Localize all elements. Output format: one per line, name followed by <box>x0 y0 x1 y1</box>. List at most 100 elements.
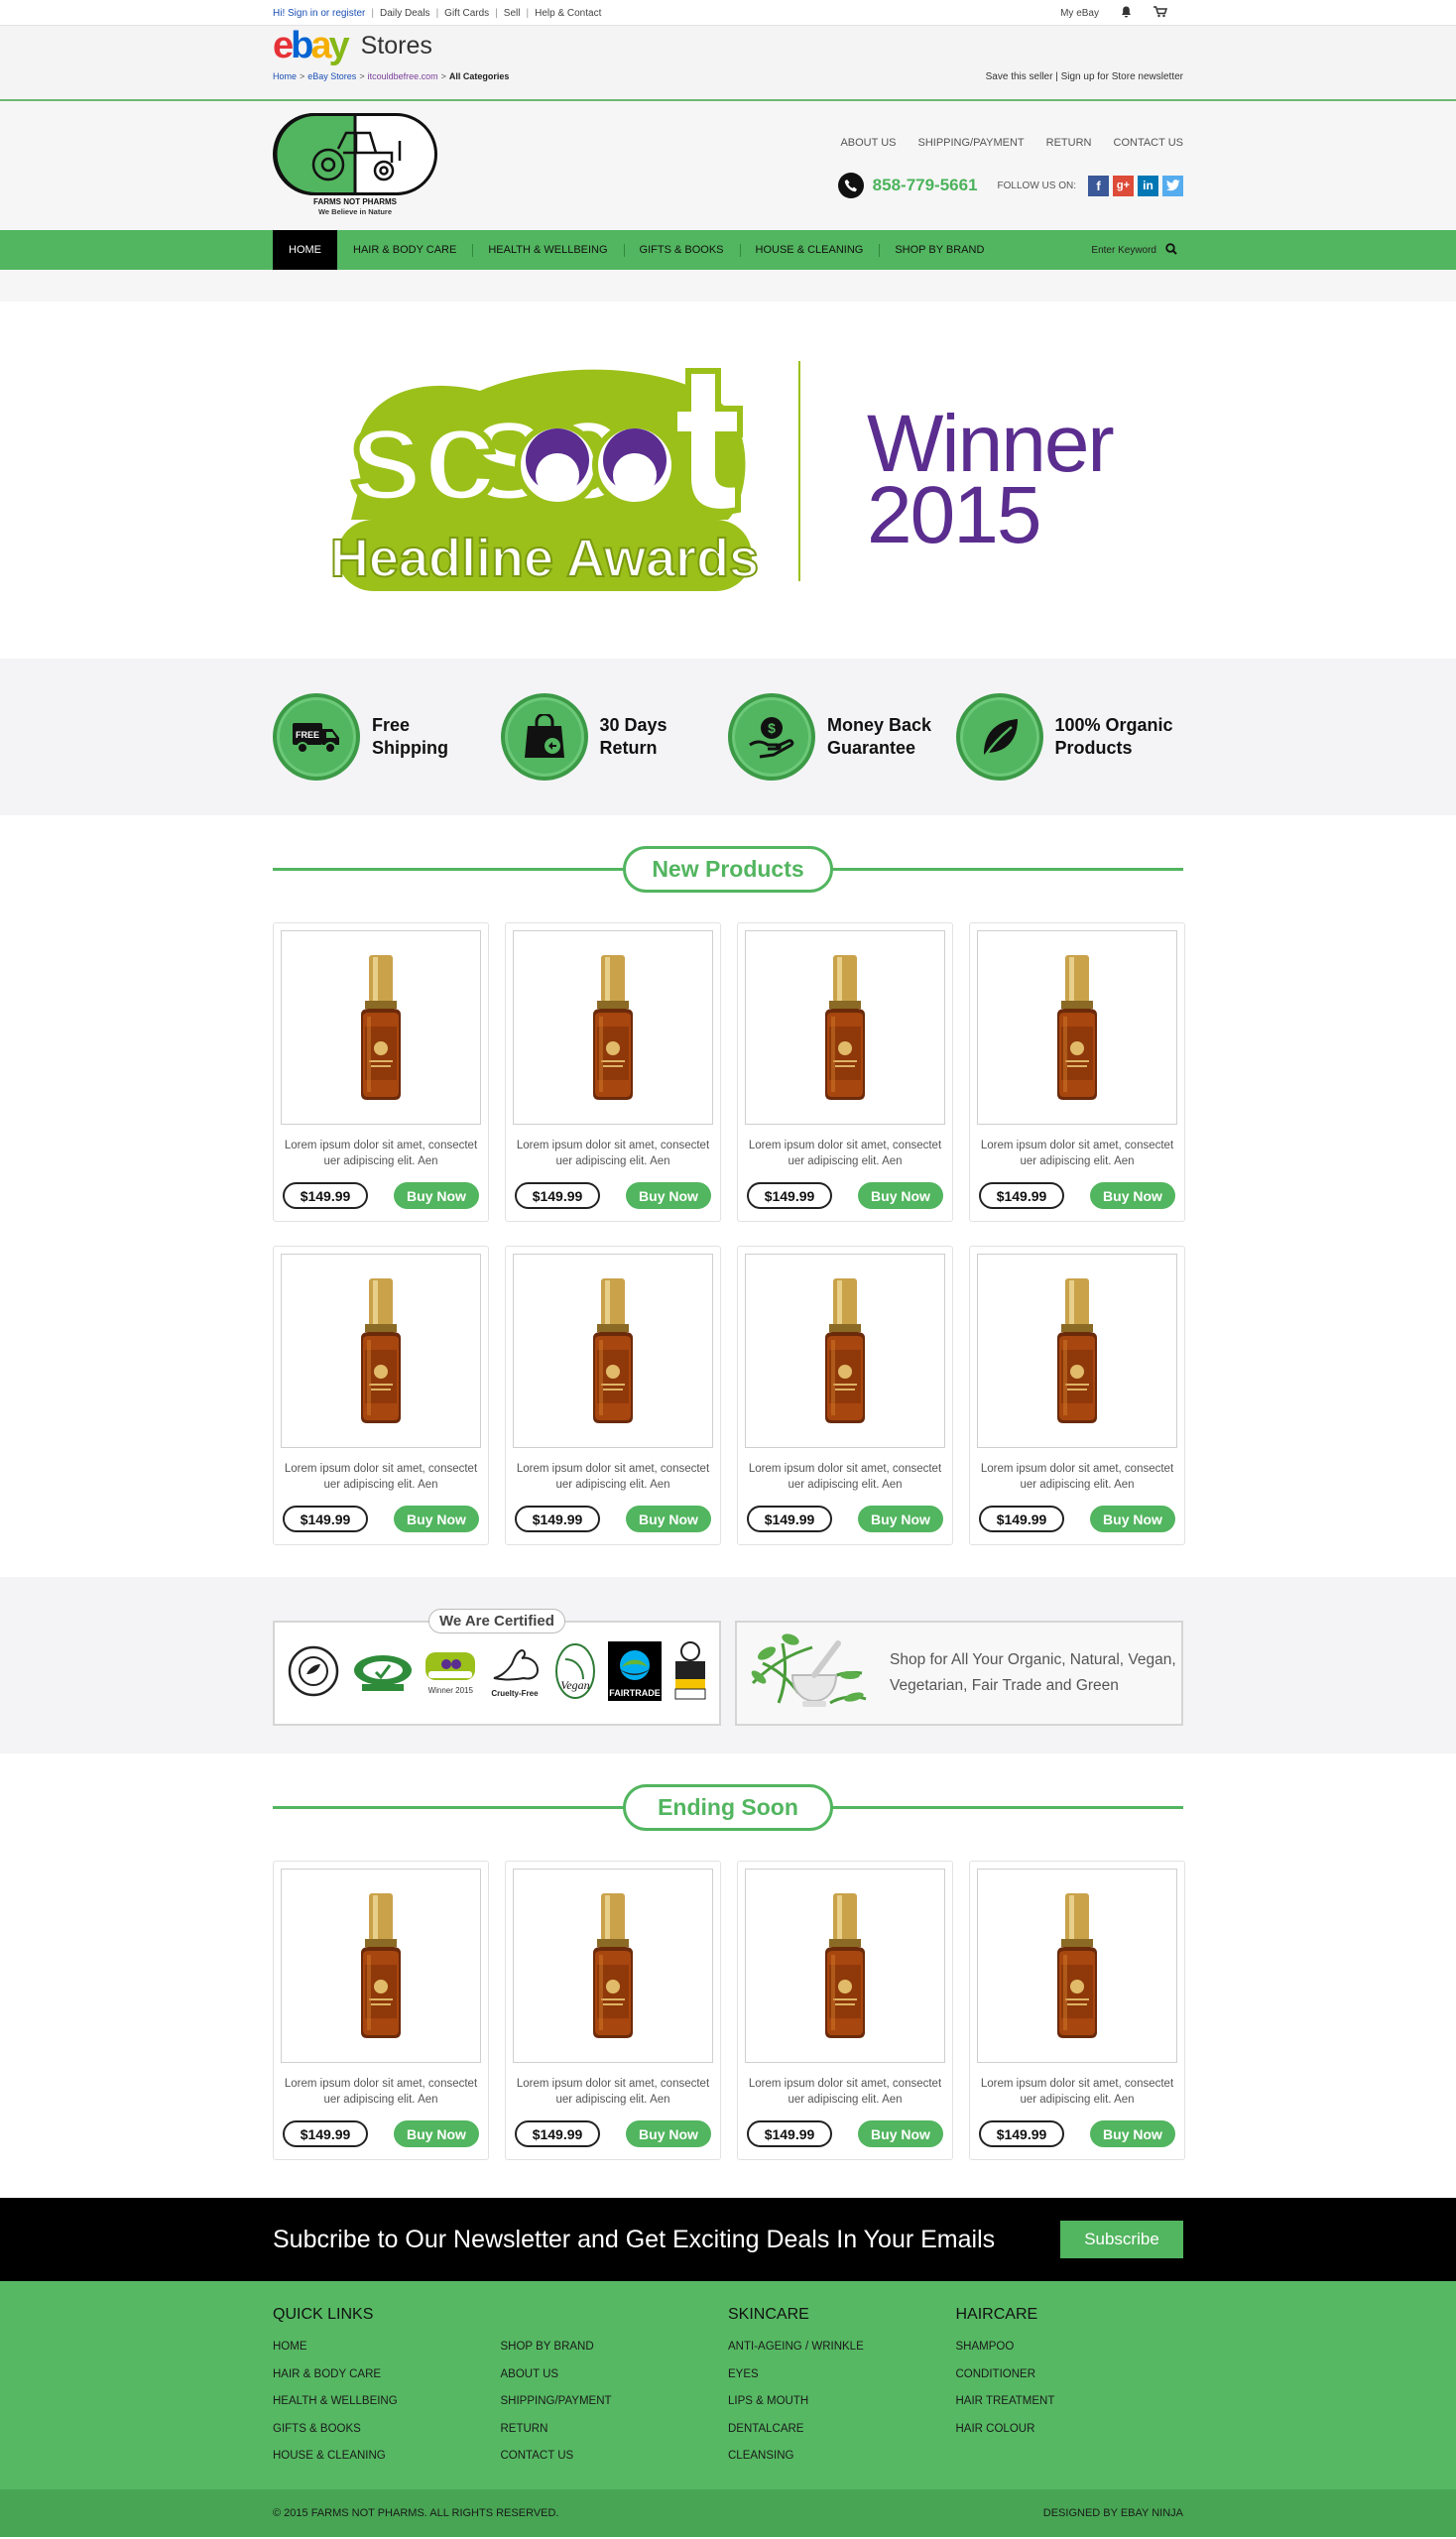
gift-cards-link[interactable]: Gift Cards <box>444 8 489 19</box>
product-image[interactable] <box>513 930 713 1125</box>
footer-link[interactable]: HAIR & BODY CARE <box>273 2361 501 2389</box>
footer-link[interactable]: RETURN <box>501 2416 729 2444</box>
ebay-logo[interactable]: ebay <box>273 27 350 64</box>
product-description: Lorem ipsum dolor sit amet, consectet ue… <box>516 1140 710 1167</box>
product-card[interactable]: Lorem ipsum dolor sit amet, consectet ue… <box>969 1861 1185 2160</box>
product-image[interactable] <box>977 1254 1177 1448</box>
return-link[interactable]: RETURN <box>1046 137 1092 149</box>
my-ebay-link[interactable]: My eBay <box>1060 8 1099 19</box>
phone-number[interactable]: 858-779-5661 <box>873 176 978 195</box>
footer-link[interactable]: SHAMPOO <box>956 2334 1184 2361</box>
newsletter-bar: Subcribe to Our Newsletter and Get Excit… <box>0 2198 1456 2281</box>
product-card[interactable]: Lorem ipsum dolor sit amet, consectet ue… <box>273 1861 489 2160</box>
product-card[interactable]: Lorem ipsum dolor sit amet, consectet ue… <box>505 922 721 1222</box>
product-image[interactable] <box>977 1869 1177 2063</box>
footer-link[interactable]: HOUSE & CLEANING <box>273 2443 501 2471</box>
buy-now-button[interactable]: Buy Now <box>394 1182 479 1209</box>
footer-link[interactable]: SHOP BY BRAND <box>501 2334 729 2361</box>
search-input[interactable]: Enter Keyword <box>1091 245 1156 256</box>
google-plus-icon[interactable]: g+ <box>1113 175 1134 196</box>
buy-now-button[interactable]: Buy Now <box>1090 1506 1175 1532</box>
nav-health-wellbeing[interactable]: HEALTH & WELLBEING <box>472 230 623 270</box>
footer-column: SHOP BY BRAND ABOUT US SHIPPING/PAYMENT RET… <box>501 2306 729 2471</box>
nav-hair-body-care[interactable]: HAIR & BODY CARE <box>337 230 472 270</box>
product-card[interactable]: Lorem ipsum dolor sit amet, consectet ue… <box>737 1861 953 2160</box>
buy-now-button[interactable]: Buy Now <box>858 1182 943 1209</box>
product-image[interactable] <box>745 930 945 1125</box>
product-card[interactable]: Lorem ipsum dolor sit amet, consectet ue… <box>505 1246 721 1545</box>
product-card[interactable]: Lorem ipsum dolor sit amet, consectet ue… <box>505 1861 721 2160</box>
product-image[interactable] <box>745 1254 945 1448</box>
nav-gifts-books[interactable]: GIFTS & BOOKS <box>623 230 740 270</box>
store-logo[interactable]: FARMS NOT PHARMS We Believe in Nature <box>273 113 437 216</box>
about-us-link[interactable]: ABOUT US <box>840 137 896 149</box>
shipping-payment-link[interactable]: SHIPPING/PAYMENT <box>917 137 1024 149</box>
shop-organic-box[interactable]: Shop for All Your Organic, Natural, Vega… <box>735 1621 1183 1726</box>
help-contact-link[interactable]: Help & Contact <box>535 8 601 19</box>
buy-now-button[interactable]: Buy Now <box>394 1506 479 1532</box>
product-card[interactable]: Lorem ipsum dolor sit amet, consectet ue… <box>273 1246 489 1545</box>
footer-link[interactable]: LIPS & MOUTH <box>728 2388 956 2416</box>
buy-now-button[interactable]: Buy Now <box>394 2120 479 2147</box>
svg-text:Headline Awards: Headline Awards <box>331 529 758 588</box>
product-card[interactable]: Lorem ipsum dolor sit amet, consectet ue… <box>969 922 1185 1222</box>
buy-now-button[interactable]: Buy Now <box>626 1182 711 1209</box>
nav-shop-by-brand[interactable]: SHOP BY BRAND <box>879 230 1000 270</box>
footer-link[interactable]: HEALTH & WELLBEING <box>273 2388 501 2416</box>
cart-icon[interactable] <box>1153 5 1168 21</box>
product-image[interactable] <box>281 930 481 1125</box>
product-image[interactable] <box>513 1254 713 1448</box>
breadcrumb-home[interactable]: Home <box>273 71 297 81</box>
buy-now-button[interactable]: Buy Now <box>858 2120 943 2147</box>
footer-link[interactable]: CONTACT US <box>501 2443 729 2471</box>
product-card[interactable]: Lorem ipsum dolor sit amet, consectet ue… <box>969 1246 1185 1545</box>
product-image[interactable] <box>281 1869 481 2063</box>
svg-text:Vegan: Vegan <box>560 1678 589 1692</box>
buy-now-button[interactable]: Buy Now <box>626 2120 711 2147</box>
buy-now-button[interactable]: Buy Now <box>1090 2120 1175 2147</box>
buy-now-button[interactable]: Buy Now <box>626 1506 711 1532</box>
footer-link[interactable]: GIFTS & BOOKS <box>273 2416 501 2444</box>
facebook-icon[interactable]: f <box>1088 175 1109 196</box>
footer-link[interactable]: EYES <box>728 2361 956 2389</box>
daily-deals-link[interactable]: Daily Deals <box>380 8 430 19</box>
product-card[interactable]: Lorem ipsum dolor sit amet, consectet ue… <box>273 922 489 1222</box>
contact-row: 858-779-5661 FOLLOW US ON: f g+ in <box>837 173 1183 198</box>
save-seller-link[interactable]: Save this seller | Sign up for Store new… <box>986 71 1183 82</box>
contact-us-link[interactable]: CONTACT US <box>1114 137 1184 149</box>
product-card[interactable]: Lorem ipsum dolor sit amet, consectet ue… <box>737 1246 953 1545</box>
buy-now-button[interactable]: Buy Now <box>858 1506 943 1532</box>
twitter-icon[interactable] <box>1162 175 1183 196</box>
footer-link[interactable]: HOME <box>273 2334 501 2361</box>
svg-text:c: c <box>423 379 497 529</box>
footer-link[interactable]: ANTI-AGEING / WRINKLE <box>728 2334 956 2361</box>
subscribe-button[interactable]: Subscribe <box>1060 2221 1183 2258</box>
sign-in-link[interactable]: Hi! Sign in or register <box>273 8 365 19</box>
nav-home[interactable]: HOME <box>273 230 337 270</box>
footer-link[interactable]: SHIPPING/PAYMENT <box>501 2388 729 2416</box>
search-box[interactable]: Enter Keyword <box>1091 242 1183 258</box>
bell-icon[interactable] <box>1121 6 1132 21</box>
footer-link[interactable]: HAIR COLOUR <box>956 2416 1184 2444</box>
footer-link[interactable]: DENTALCARE <box>728 2416 956 2444</box>
product-description: Lorem ipsum dolor sit amet, consectet ue… <box>516 1463 710 1491</box>
store-top-links: ABOUT US SHIPPING/PAYMENT RETURN CONTACT… <box>840 137 1183 149</box>
breadcrumb-ebay-stores[interactable]: eBay Stores <box>307 71 356 81</box>
breadcrumb-store[interactable]: itcouldbefree.com <box>368 71 438 81</box>
footer-link[interactable]: ABOUT US <box>501 2361 729 2389</box>
nav-house-cleaning[interactable]: HOUSE & CLEANING <box>739 230 880 270</box>
search-icon[interactable] <box>1165 242 1177 258</box>
product-image[interactable] <box>281 1254 481 1448</box>
buy-now-button[interactable]: Buy Now <box>1090 1182 1175 1209</box>
footer-link[interactable]: CONDITIONER <box>956 2361 1184 2389</box>
designer-credit: DESIGNED BY EBAY NINJA <box>1042 2507 1183 2519</box>
sell-link[interactable]: Sell <box>504 8 521 19</box>
new-products-grid: Lorem ipsum dolor sit amet, consectet ue… <box>273 922 1185 1545</box>
linkedin-icon[interactable]: in <box>1138 175 1158 196</box>
footer-link[interactable]: HAIR TREATMENT <box>956 2388 1184 2416</box>
product-image[interactable] <box>513 1869 713 2063</box>
product-image[interactable] <box>745 1869 945 2063</box>
product-image[interactable] <box>977 930 1177 1125</box>
product-card[interactable]: Lorem ipsum dolor sit amet, consectet ue… <box>737 922 953 1222</box>
footer-link[interactable]: CLEANSING <box>728 2443 956 2471</box>
